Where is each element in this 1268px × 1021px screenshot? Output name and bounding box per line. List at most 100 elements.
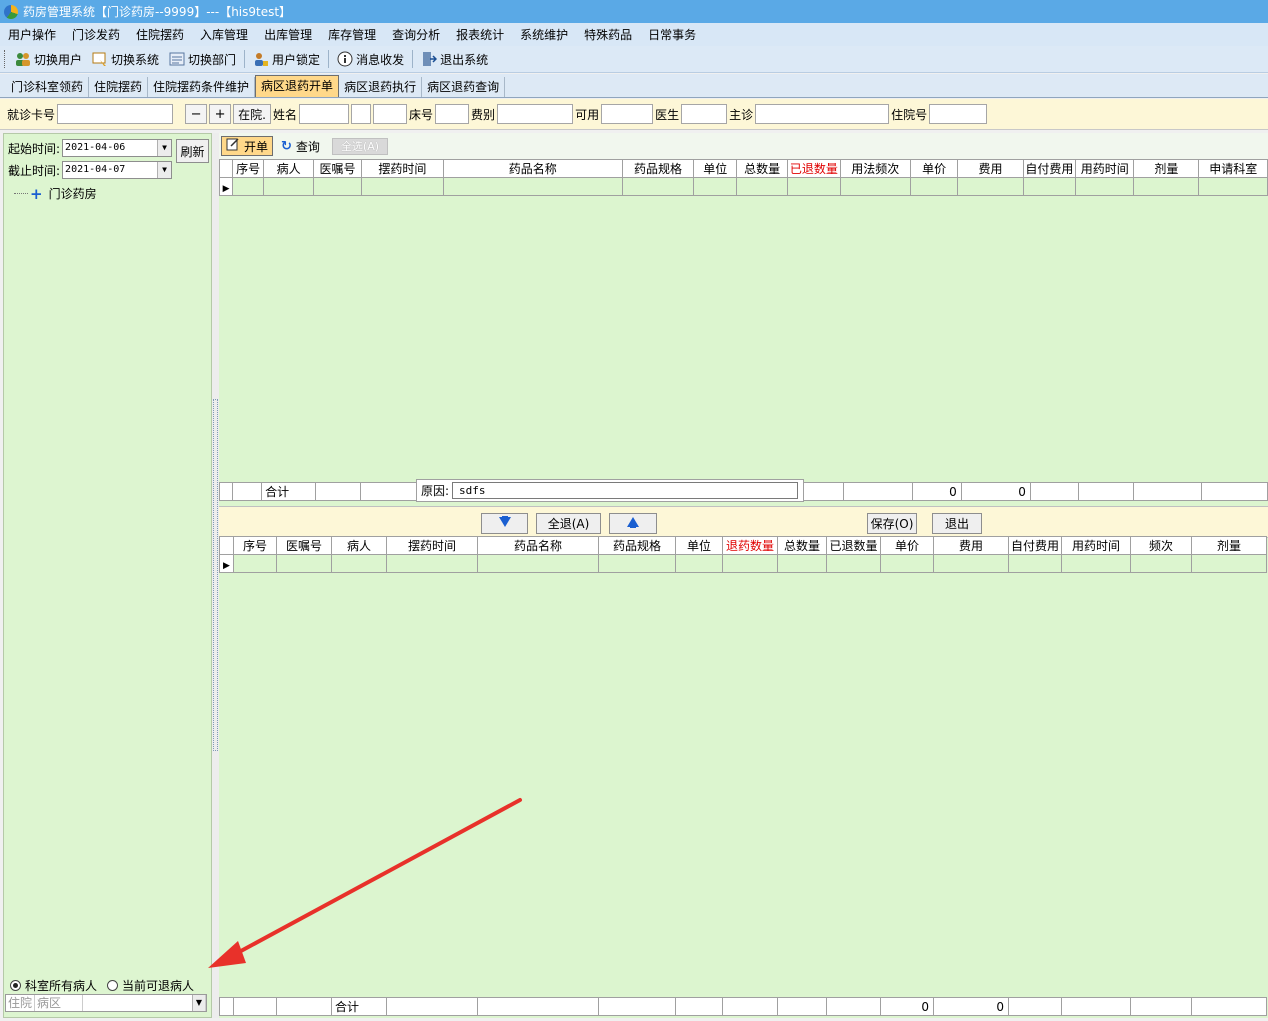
doctor-input[interactable] bbox=[681, 104, 728, 124]
column-header[interactable]: 单价 bbox=[909, 159, 959, 178]
start-time-label: 起始时间: bbox=[8, 141, 61, 156]
column-header[interactable]: 单位 bbox=[675, 536, 723, 555]
column-header[interactable]: 摆药时间 bbox=[386, 536, 478, 555]
toolbar-grip[interactable] bbox=[4, 50, 7, 68]
end-time-picker[interactable]: 2021-04-07 ▼ bbox=[62, 161, 173, 179]
start-time-picker[interactable]: 2021-04-06 ▼ bbox=[62, 139, 173, 157]
menu-inpatient-dispense[interactable]: 住院摆药 bbox=[128, 26, 192, 43]
inpatient-field[interactable]: 住院 bbox=[6, 995, 36, 1011]
query-button[interactable]: ↻ 查询 bbox=[277, 136, 324, 156]
row-indicator-header bbox=[218, 159, 234, 178]
column-header[interactable]: 药品规格 bbox=[598, 536, 676, 555]
name-input[interactable] bbox=[299, 104, 350, 124]
switch-system-button[interactable]: 切换系统 bbox=[87, 48, 164, 70]
chevron-down-icon[interactable]: ▼ bbox=[192, 995, 206, 1011]
column-header[interactable]: 摆药时间 bbox=[360, 159, 444, 178]
bed-number-input[interactable] bbox=[435, 104, 470, 124]
menu-stock-out[interactable]: 出库管理 bbox=[256, 26, 320, 43]
open-order-button[interactable]: 开单 bbox=[221, 136, 274, 156]
column-header[interactable]: 医嘱号 bbox=[313, 159, 362, 178]
chevron-down-icon[interactable]: ▼ bbox=[157, 162, 172, 178]
tab-ward-return-query[interactable]: 病区退药查询 bbox=[422, 77, 506, 97]
exit-system-button[interactable]: 退出系统 bbox=[416, 48, 493, 70]
column-header[interactable]: 总数量 bbox=[777, 536, 827, 555]
gender-input[interactable] bbox=[351, 104, 372, 124]
return-all-button[interactable]: 全退(A) bbox=[536, 513, 601, 534]
column-header[interactable]: 药品名称 bbox=[442, 159, 623, 178]
column-header[interactable]: 单位 bbox=[693, 159, 738, 178]
available-input[interactable] bbox=[601, 104, 654, 124]
column-header[interactable]: 药品规格 bbox=[621, 159, 695, 178]
order-toolbar: 开单 ↻ 查询 全选(A) bbox=[219, 133, 1268, 159]
column-header[interactable]: 自付费用 bbox=[1008, 536, 1062, 555]
column-header[interactable]: 医嘱号 bbox=[276, 536, 332, 555]
tab-inpatient-dispense[interactable]: 住院摆药 bbox=[89, 77, 149, 97]
menu-inventory[interactable]: 库存管理 bbox=[320, 26, 384, 43]
radio-current-returnable[interactable] bbox=[107, 980, 119, 991]
admission-number-input[interactable] bbox=[929, 104, 988, 124]
table-row[interactable]: ▶ bbox=[218, 177, 1268, 196]
column-header[interactable]: 剂量 bbox=[1191, 536, 1267, 555]
column-header[interactable]: 总数量 bbox=[736, 159, 789, 178]
move-down-button[interactable] bbox=[481, 513, 528, 534]
messages-button[interactable]: 消息收发 bbox=[332, 48, 409, 70]
expand-plus-icon[interactable]: + bbox=[30, 186, 43, 201]
lock-user-button[interactable]: 用户锁定 bbox=[248, 48, 325, 70]
plus-button[interactable]: + bbox=[209, 104, 232, 124]
radio-all-patients[interactable] bbox=[10, 980, 21, 991]
inpatient-button[interactable]: 在院. bbox=[233, 104, 272, 124]
column-header[interactable]: 费用 bbox=[933, 536, 1009, 555]
upper-sum-label: 合计 bbox=[261, 482, 316, 501]
column-header[interactable]: 单价 bbox=[880, 536, 934, 555]
ward-field[interactable]: 病区 bbox=[35, 995, 84, 1011]
menu-stock-in[interactable]: 入库管理 bbox=[192, 26, 256, 43]
tab-outpatient-dept-pickup[interactable]: 门诊科室领药 bbox=[6, 77, 90, 97]
lower-sum-selfpay: 0 bbox=[933, 997, 1009, 1016]
column-header[interactable]: 用法频次 bbox=[839, 159, 911, 178]
chevron-down-icon[interactable]: ▼ bbox=[157, 140, 172, 156]
column-header[interactable]: 用药时间 bbox=[1061, 536, 1131, 555]
menu-special-drugs[interactable]: 特殊药品 bbox=[576, 26, 640, 43]
column-header[interactable]: 病人 bbox=[331, 536, 387, 555]
column-header[interactable]: 用药时间 bbox=[1075, 159, 1135, 178]
column-header[interactable]: 序号 bbox=[232, 159, 265, 178]
save-button[interactable]: 保存(O) bbox=[867, 513, 917, 534]
panel-splitter[interactable] bbox=[212, 133, 219, 1018]
menu-user-ops[interactable]: 用户操作 bbox=[0, 26, 64, 43]
tree-node-outpatient-pharmacy[interactable]: 门诊药房 bbox=[49, 185, 97, 202]
select-all-button[interactable]: 全选(A) bbox=[331, 137, 389, 155]
column-header[interactable]: 费用 bbox=[957, 159, 1024, 178]
attending-input[interactable] bbox=[755, 104, 890, 124]
splitter-handle[interactable] bbox=[213, 399, 218, 751]
refresh-button[interactable]: 刷新 bbox=[176, 139, 209, 163]
minus-button[interactable]: − bbox=[185, 104, 208, 124]
fee-type-input[interactable] bbox=[497, 104, 574, 124]
table-row[interactable]: ▶ bbox=[219, 554, 1267, 573]
column-header-return-qty[interactable]: 退药数量 bbox=[722, 536, 778, 555]
column-header[interactable]: 已退数量 bbox=[826, 536, 881, 555]
menu-system-maintenance[interactable]: 系统维护 bbox=[512, 26, 576, 43]
switch-department-button[interactable]: 切换部门 bbox=[164, 48, 241, 70]
column-header[interactable]: 自付费用 bbox=[1022, 159, 1077, 178]
ward-select[interactable]: ▼ bbox=[83, 995, 206, 1011]
column-header[interactable]: 序号 bbox=[233, 536, 277, 555]
column-header[interactable]: 病人 bbox=[263, 159, 315, 178]
column-header[interactable]: 药品名称 bbox=[477, 536, 599, 555]
tab-ward-return-order[interactable]: 病区退药开单 bbox=[255, 75, 340, 97]
menu-query-analysis[interactable]: 查询分析 bbox=[384, 26, 448, 43]
column-header[interactable]: 频次 bbox=[1130, 536, 1192, 555]
age-input[interactable] bbox=[373, 104, 408, 124]
reason-input[interactable]: sdfs bbox=[452, 482, 799, 499]
tab-inpatient-dispense-conditions[interactable]: 住院摆药条件维护 bbox=[148, 77, 256, 97]
menu-reports[interactable]: 报表统计 bbox=[448, 26, 512, 43]
column-header-returned-qty[interactable]: 已退数量 bbox=[787, 159, 841, 178]
tab-ward-return-execute[interactable]: 病区退药执行 bbox=[339, 77, 423, 97]
menu-daily-affairs[interactable]: 日常事务 bbox=[640, 26, 704, 43]
menu-outpatient-dispense[interactable]: 门诊发药 bbox=[64, 26, 128, 43]
exit-button[interactable]: 退出 bbox=[932, 513, 982, 534]
move-up-button[interactable] bbox=[609, 513, 657, 534]
card-number-input[interactable] bbox=[57, 104, 174, 124]
column-header[interactable]: 剂量 bbox=[1133, 159, 1200, 178]
column-header[interactable]: 申请科室 bbox=[1198, 159, 1268, 178]
switch-user-button[interactable]: 切换用户 bbox=[10, 48, 87, 70]
